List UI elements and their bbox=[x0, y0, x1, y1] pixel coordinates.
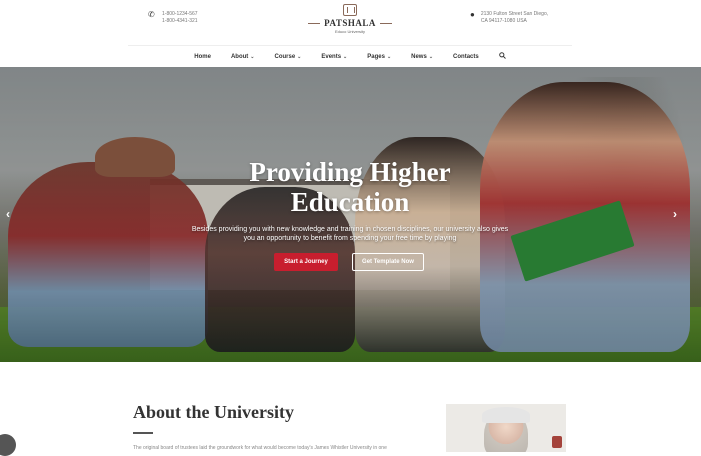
get-template-button[interactable]: Get Template Now bbox=[352, 253, 424, 271]
slider-prev-icon[interactable]: ‹ bbox=[6, 207, 10, 221]
corner-badge-icon[interactable] bbox=[0, 434, 16, 456]
logo-name: PATSHALA bbox=[324, 18, 376, 28]
site-logo[interactable]: PATSHALA Educo University bbox=[308, 4, 392, 38]
heading-underline bbox=[133, 432, 153, 434]
nav-item-home[interactable]: Home bbox=[184, 54, 221, 60]
phone-list: 1-800-1234-567 1-800-4341-321 bbox=[162, 11, 198, 25]
nav-item-about[interactable]: About ⌄ bbox=[221, 54, 265, 60]
about-text: The original board of trustees laid the … bbox=[133, 445, 387, 451]
main-navigation: Home About ⌄ Course ⌄ Events ⌄ Pages ⌄ News ⌄… bbox=[128, 45, 572, 67]
portrait-accent bbox=[552, 436, 562, 448]
hero-title: Providing Higher Education bbox=[249, 157, 451, 217]
nav-label: Course bbox=[274, 53, 296, 60]
portrait-hair bbox=[482, 407, 530, 423]
nav-item-course[interactable]: Course ⌄ bbox=[264, 54, 311, 60]
nav-label: Events bbox=[321, 53, 342, 60]
chevron-down-icon: ⌄ bbox=[428, 53, 434, 60]
nav-item-pages[interactable]: Pages ⌄ bbox=[357, 54, 401, 60]
hero-description: Besides providing you with new knowledge… bbox=[191, 226, 509, 242]
chevron-down-icon: ⌄ bbox=[343, 53, 348, 60]
logo-divider bbox=[308, 22, 321, 24]
phone-contact: ✆ 1-800-1234-567 1-800-4341-321 bbox=[148, 11, 198, 25]
nav-label: News bbox=[411, 53, 427, 60]
chevron-down-icon: ⌄ bbox=[386, 53, 392, 60]
phone-number[interactable]: 1-800-4341-321 bbox=[162, 18, 198, 25]
logo-divider bbox=[379, 22, 392, 24]
top-header: ✆ 1-800-1234-567 1-800-4341-321 PATSHALA… bbox=[0, 0, 701, 46]
nav-label: Pages bbox=[367, 53, 385, 60]
address-line: 2130 Fulton Street San Diego, bbox=[480, 11, 549, 17]
logo-book-icon bbox=[343, 4, 357, 16]
nav-item-contacts[interactable]: Contacts bbox=[443, 54, 489, 60]
start-journey-button[interactable]: Start a Journey bbox=[274, 253, 338, 271]
about-heading: About the University bbox=[133, 402, 294, 422]
about-photo bbox=[446, 404, 566, 452]
slider-next-icon[interactable]: › bbox=[673, 207, 677, 221]
search-icon[interactable] bbox=[489, 52, 516, 61]
chevron-down-icon: ⌄ bbox=[250, 53, 255, 60]
hero-banner: Providing Higher Education Besides provi… bbox=[0, 67, 701, 362]
address-contact: ● 2130 Fulton Street San Diego, CA 94117… bbox=[470, 11, 548, 25]
address-text: 2130 Fulton Street San Diego, CA 94117-1… bbox=[481, 11, 548, 25]
nav-item-news[interactable]: News ⌄ bbox=[401, 54, 443, 60]
logo-subtitle: Educo University bbox=[334, 29, 365, 34]
nav-item-events[interactable]: Events ⌄ bbox=[311, 54, 357, 60]
phone-number[interactable]: 1-800-1234-567 bbox=[162, 11, 198, 18]
nav-label: About bbox=[230, 53, 249, 60]
location-pin-icon: ● bbox=[470, 10, 475, 19]
nav-label: Home bbox=[194, 53, 211, 60]
nav-label: Contacts bbox=[453, 53, 479, 60]
chevron-down-icon: ⌄ bbox=[297, 53, 302, 60]
phone-icon: ✆ bbox=[148, 10, 155, 19]
address-line: CA 94117-1080 USA bbox=[480, 18, 527, 24]
logo-name-row: PATSHALA bbox=[308, 18, 392, 28]
